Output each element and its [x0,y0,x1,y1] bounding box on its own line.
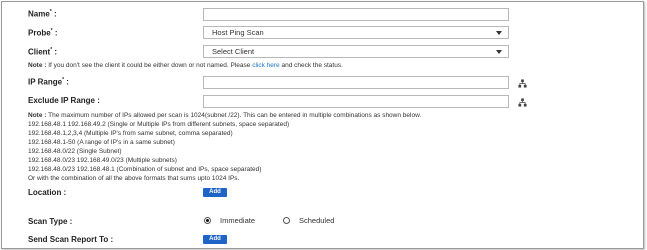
scheduled-label: Scheduled [299,216,335,225]
location-label: Location : [28,188,67,197]
ip-example-line: 192.168.48.0/23 192.168.48.1 (Combinatio… [28,166,262,173]
exclude-ip-range-input[interactable] [203,95,509,108]
client-selected-value: Select Client [212,47,255,56]
ip-example-line: Or with the combination of all the above… [28,175,240,182]
scan-form-panel: Name* : Probe* : Host Ping Scan Client* … [1,1,644,249]
immediate-label: Immediate [220,216,256,225]
click-here-link[interactable]: click here [252,62,279,69]
chevron-down-icon [496,31,502,35]
immediate-radio[interactable] [204,217,211,224]
ip-range-label: IP Range* : [28,77,69,87]
network-icon[interactable] [518,79,527,88]
client-note: Note : If you don't see the client it co… [28,62,343,69]
ip-range-note: Note : The maximum number of IPs allowed… [28,112,422,119]
probe-label: Probe* : [28,28,58,38]
probe-selected-value: Host Ping Scan [212,28,264,37]
ip-example-line: 192.168.48.1,2,3,4 (Multiple IP's from s… [28,130,233,137]
ip-example-line: 192.168.48.1-50 (A range of IP's in a sa… [28,139,175,146]
chevron-down-icon [496,50,502,54]
ip-example-line: 192.168.48.1 192.168.49.2 (Single or Mul… [28,121,290,128]
client-label: Client* : [28,47,58,57]
ip-example-line: 192.168.48.0/22 (Single Subnet) [28,148,122,155]
ip-range-input[interactable] [203,76,509,89]
name-label: Name* : [28,9,57,19]
network-icon[interactable] [518,98,527,107]
ip-example-line: 192.168.48.0/23 192.168.49.0/23 (Multipl… [28,157,177,164]
exclude-ip-range-label: Exclude IP Range : [28,96,100,105]
add-location-button[interactable]: Add [203,188,227,197]
client-select[interactable]: Select Client [203,45,509,58]
scan-type-label: Scan Type : [28,217,73,226]
name-input[interactable] [203,8,509,21]
send-report-label: Send Scan Report To : [28,235,114,244]
probe-select[interactable]: Host Ping Scan [203,26,509,39]
scheduled-radio[interactable] [283,217,290,224]
add-report-recipient-button[interactable]: Add [203,235,227,244]
